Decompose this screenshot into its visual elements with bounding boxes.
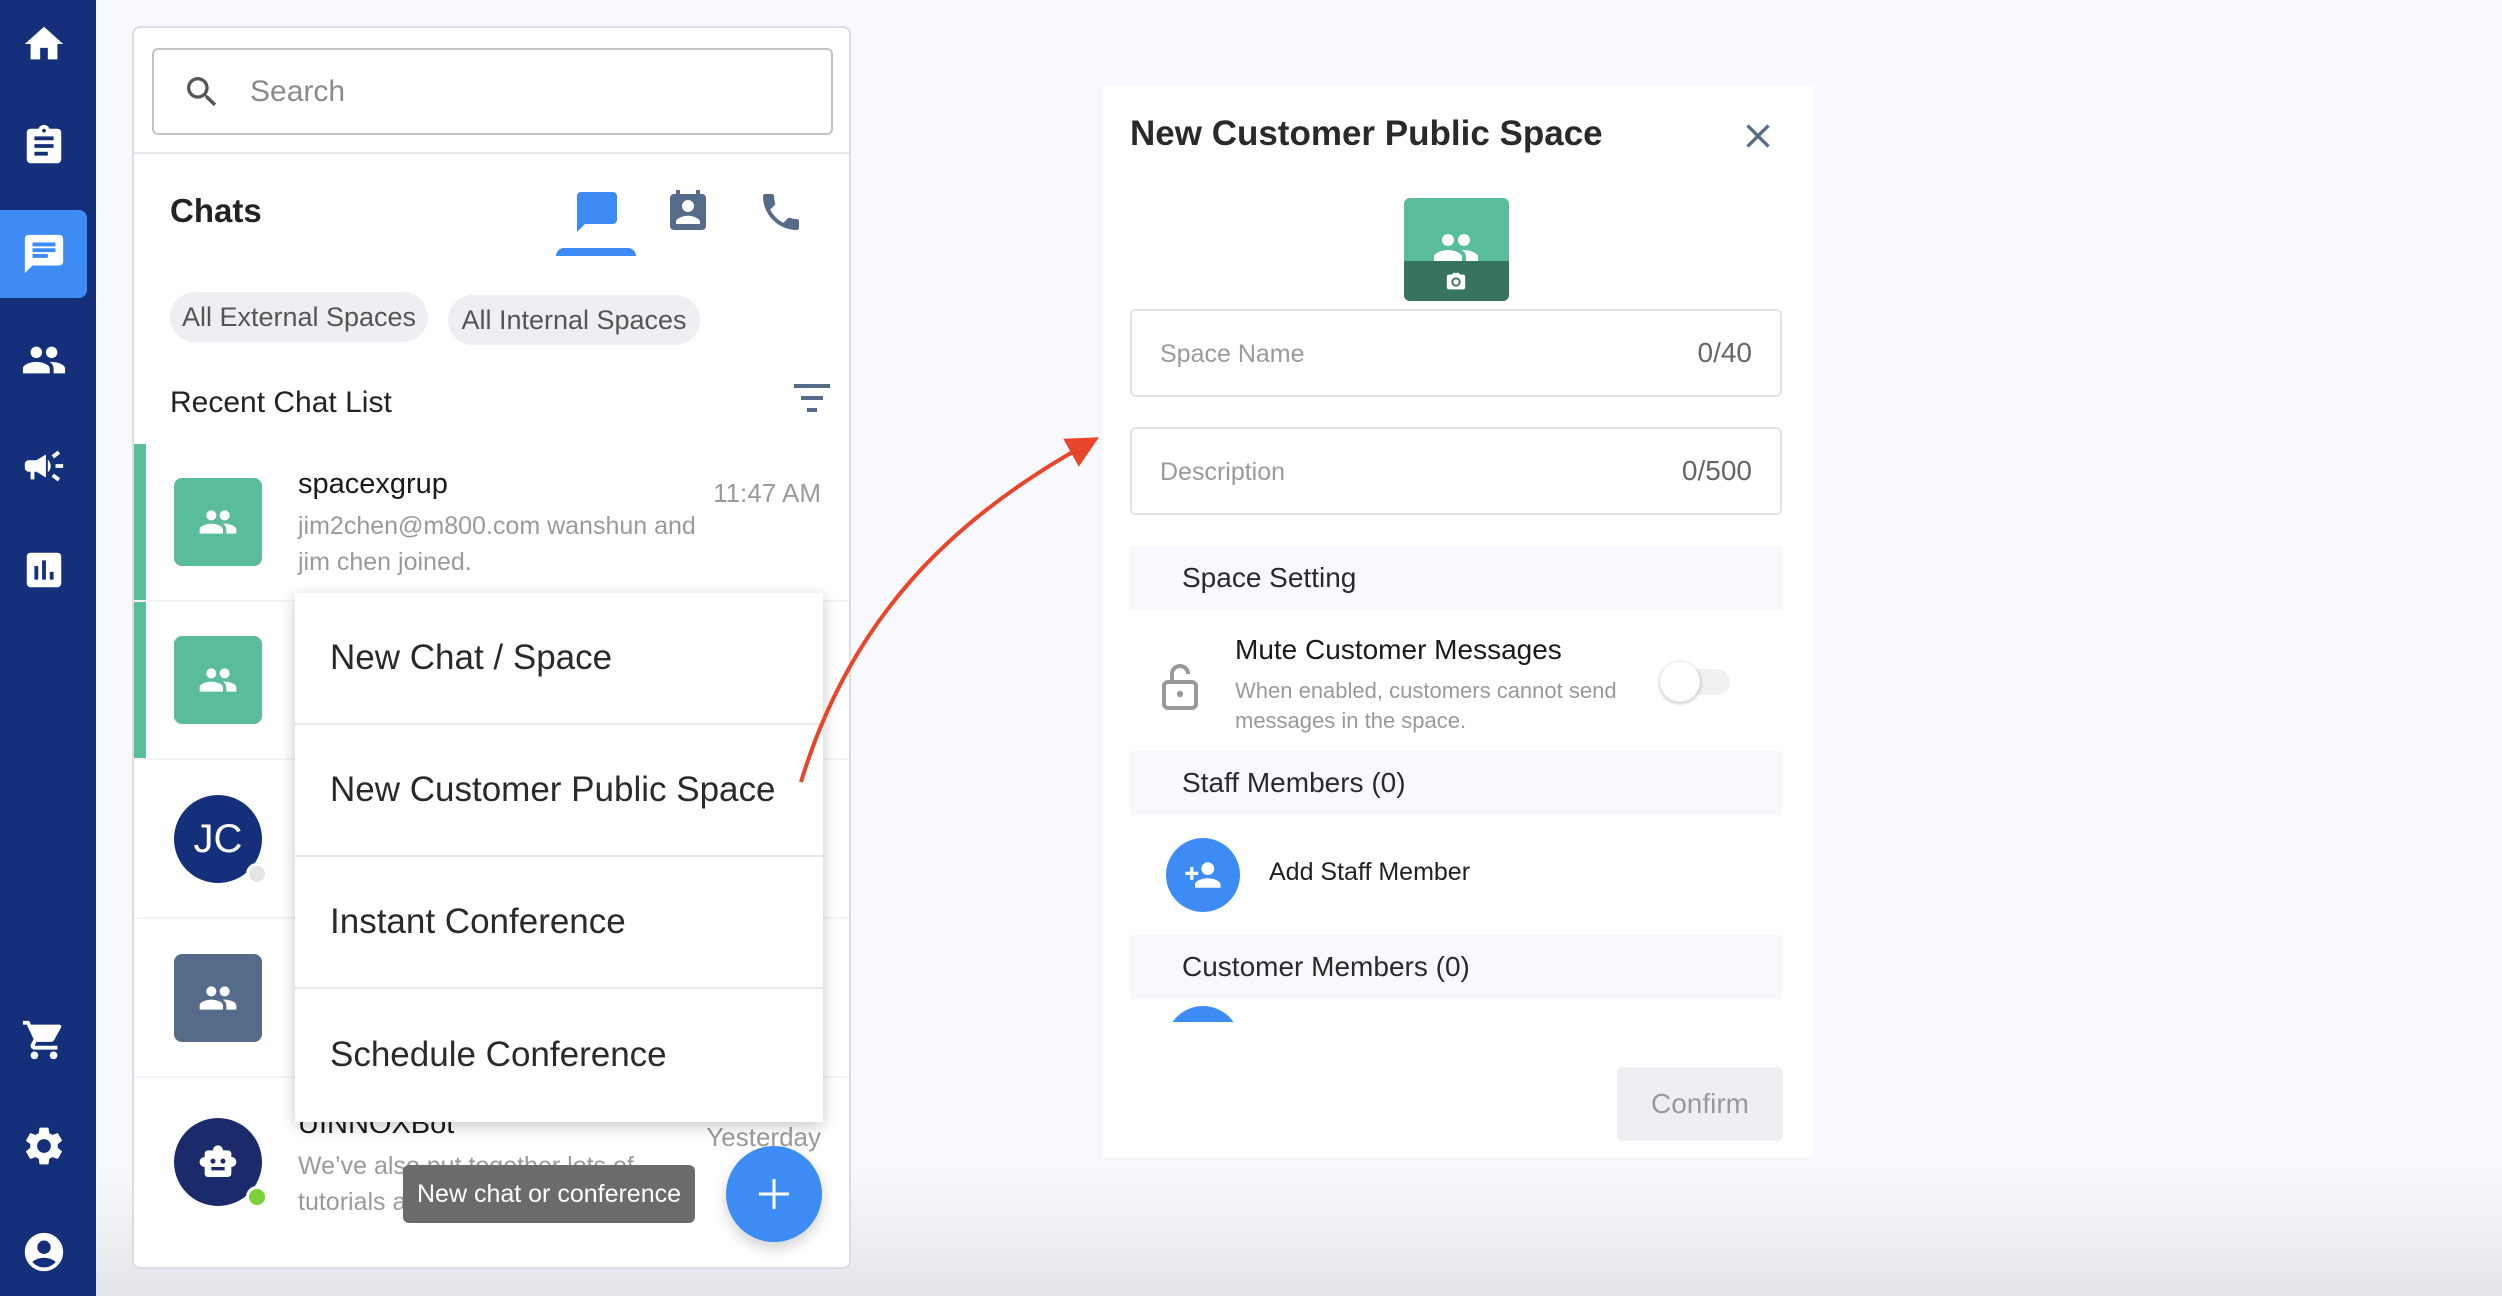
search-icon [187, 77, 217, 107]
customer-members-header: Customer Members (0) [1130, 935, 1782, 999]
mute-customer-messages-setting: Mute Customer Messages When enabled, cus… [1130, 626, 1782, 744]
panel-divider [134, 152, 849, 154]
new-customer-public-space-dialog: New Customer Public Space 0/40 0/500 Spa… [1102, 86, 1813, 1157]
group-icon [199, 510, 237, 534]
unread-accent-bar [134, 444, 146, 600]
menu-item-new-customer-public-space[interactable]: New Customer Public Space [295, 725, 823, 857]
chat-list-item[interactable]: spacexgrup jim2chen@m800.com wanshun and… [134, 444, 849, 602]
gear-icon [25, 1127, 62, 1165]
group-avatar [174, 954, 262, 1042]
menu-item-instant-conference[interactable]: Instant Conference [295, 857, 823, 989]
new-chat-fab-button[interactable] [726, 1146, 822, 1242]
sidebar-item-reports[interactable] [0, 526, 87, 614]
avatar-initials: JC [193, 816, 243, 861]
chip-all-internal-spaces[interactable]: All Internal Spaces [448, 295, 700, 345]
tab-contacts[interactable] [664, 188, 712, 236]
mute-toggle[interactable] [1660, 662, 1732, 702]
sidebar-item-store[interactable] [0, 996, 87, 1084]
robot-icon [199, 1145, 237, 1177]
staff-members-header: Staff Members (0) [1130, 751, 1782, 815]
space-name-field[interactable]: 0/40 [1130, 309, 1782, 397]
sidebar-item-chats[interactable] [0, 210, 87, 298]
sidebar-item-tasks[interactable] [0, 102, 87, 190]
camera-icon [1446, 272, 1466, 290]
group-icon [199, 668, 237, 692]
chat-bubble-icon [577, 192, 617, 232]
tab-chats[interactable] [573, 188, 621, 236]
add-person-avatar [1166, 838, 1240, 912]
dialog-title: New Customer Public Space [1130, 114, 1603, 153]
group-icon [199, 986, 237, 1010]
contact-book-icon [670, 190, 706, 230]
recent-chat-list-label: Recent Chat List [170, 386, 392, 419]
megaphone-icon [24, 450, 63, 482]
sidebar-item-campaigns[interactable] [0, 422, 87, 510]
filter-icon[interactable] [792, 384, 832, 420]
user-avatar: JC [174, 795, 268, 885]
home-icon [24, 26, 63, 60]
cart-icon [22, 1020, 61, 1060]
scroll-clipped-area [1130, 1006, 1782, 1022]
sidebar-item-settings[interactable] [0, 1102, 87, 1190]
menu-item-schedule-conference[interactable]: Schedule Conference [295, 989, 823, 1121]
space-avatar-upload[interactable] [1404, 198, 1509, 301]
sidebar-item-home[interactable] [0, 0, 87, 88]
space-setting-header: Space Setting [1130, 546, 1782, 610]
presence-offline-dot [246, 863, 268, 885]
fab-tooltip: New chat or conference [403, 1165, 695, 1223]
sidebar-nav [0, 0, 96, 1296]
clipboard-icon [26, 124, 61, 164]
sidebar-item-contacts[interactable] [0, 316, 87, 404]
confirm-button[interactable]: Confirm [1617, 1067, 1783, 1141]
mute-title: Mute Customer Messages [1235, 634, 1562, 665]
space-name-input[interactable] [1160, 331, 1640, 377]
presence-online-dot [246, 1186, 268, 1208]
chat-time: 11:47 AM [713, 478, 821, 508]
chat-name: spacexgrup [298, 468, 448, 500]
active-tab-indicator [556, 248, 636, 256]
chip-all-external-spaces[interactable]: All External Spaces [170, 292, 428, 342]
search-box[interactable] [152, 48, 833, 135]
account-icon [24, 1232, 63, 1272]
add-staff-member-label: Add Staff Member [1269, 858, 1471, 886]
unlock-icon [1162, 664, 1198, 710]
add-staff-member-button[interactable]: Add Staff Member [1130, 838, 1782, 914]
chat-icon [24, 234, 63, 274]
plus-icon [759, 1179, 789, 1209]
description-input[interactable] [1160, 449, 1640, 495]
description-field[interactable]: 0/500 [1130, 427, 1782, 515]
close-icon [1746, 124, 1770, 148]
group-avatar [174, 478, 262, 566]
sidebar-item-account[interactable] [0, 1208, 87, 1296]
mute-description: When enabled, customers cannot send mess… [1235, 678, 1617, 733]
tab-calls[interactable] [757, 188, 805, 236]
description-counter: 0/500 [1681, 455, 1752, 486]
group-avatar [174, 636, 262, 724]
toggle-knob [1660, 662, 1700, 702]
bar-chart-icon [26, 552, 61, 588]
new-chat-menu: New Chat / Space New Customer Public Spa… [295, 593, 823, 1122]
contacts-icon [22, 346, 65, 374]
menu-item-new-chat-space[interactable]: New Chat / Space [295, 593, 823, 725]
unread-accent-bar [134, 602, 146, 758]
add-customer-avatar[interactable] [1166, 1006, 1240, 1022]
chat-preview: jim2chen@m800.com wanshun and jim chen j… [298, 512, 696, 576]
space-name-counter: 0/40 [1697, 337, 1753, 368]
person-add-icon [1185, 862, 1221, 888]
bot-avatar [174, 1118, 268, 1208]
search-input[interactable] [250, 68, 810, 116]
close-button[interactable] [1738, 116, 1778, 156]
phone-icon [763, 194, 799, 230]
chats-title: Chats [170, 192, 262, 229]
